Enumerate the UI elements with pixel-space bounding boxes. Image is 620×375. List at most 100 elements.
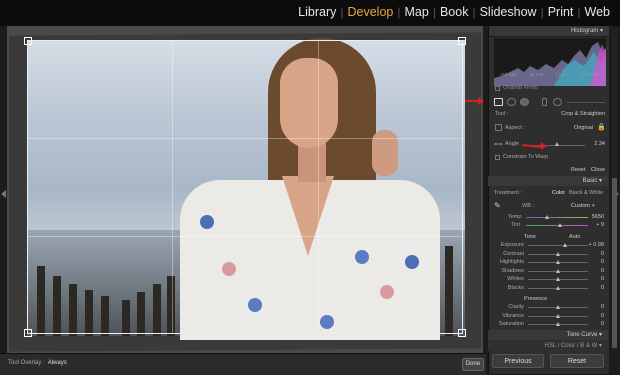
module-book[interactable]: Book [436, 5, 473, 19]
constrain-to-warp-checkbox[interactable] [495, 155, 500, 160]
crop-grid-line [27, 236, 463, 237]
spot-removal-icon[interactable] [507, 98, 516, 106]
straighten-level-icon[interactable]: ⟺ [494, 141, 503, 148]
whites-value[interactable]: 0 [588, 276, 604, 282]
shadows-value[interactable]: 0 [588, 268, 604, 274]
crop-handle-bottom-right[interactable] [458, 329, 466, 337]
exposure-value[interactable]: + 0.99 [588, 242, 604, 248]
contrast-slider-thumb[interactable] [555, 251, 560, 256]
whites-slider-thumb[interactable] [555, 277, 560, 282]
tint-slider-thumb[interactable] [558, 223, 562, 227]
highlights-value[interactable]: 0 [588, 259, 604, 265]
module-library[interactable]: Library [294, 5, 340, 19]
previous-button[interactable]: Previous [492, 354, 544, 368]
crop-frame-tool-icon[interactable] [495, 124, 502, 131]
angle-value[interactable]: 2.34 [587, 141, 605, 147]
treatment-bw-option[interactable]: Black & White [569, 190, 603, 196]
treatment-color-option[interactable]: Color [552, 190, 565, 196]
adjustment-brush-icon[interactable] [553, 98, 562, 106]
left-panel-toggle-icon[interactable] [1, 190, 6, 198]
panel-scrollbar-thumb[interactable] [612, 178, 617, 348]
reset-button[interactable]: Reset [550, 354, 604, 368]
lock-icon[interactable]: 🔒 [597, 123, 606, 131]
annotation-arrow-toolstrip [465, 100, 479, 102]
crop-handle-top-right[interactable] [458, 37, 466, 45]
exposure-slider[interactable] [528, 245, 588, 246]
clarity-slider-thumb[interactable] [555, 305, 560, 309]
vibrance-value[interactable]: 0 [588, 313, 604, 319]
constrain-to-warp-label: Constrain To Warp [503, 154, 549, 160]
clarity-value[interactable]: 0 [588, 304, 604, 310]
presence-label: Presence [524, 296, 548, 302]
camera-info-item: 1/125 sec [580, 72, 600, 77]
camera-info-item: 24 mm [529, 72, 544, 77]
tint-slider[interactable] [526, 225, 588, 226]
vibrance-slider-thumb[interactable] [555, 313, 560, 318]
hsl-header[interactable]: HSL / Color / B & W ▾ [488, 341, 608, 351]
highlights-slider-thumb[interactable] [555, 260, 560, 265]
crop-handle-bottom-left[interactable] [24, 329, 32, 337]
tool-overlay-control[interactable]: Tool Overlay : Always [8, 360, 67, 366]
tone-auto-button[interactable]: Auto [569, 234, 580, 240]
graduated-filter-icon[interactable] [533, 98, 542, 106]
crop-reset-button[interactable]: Reset [571, 167, 585, 173]
angle-label: Angle [505, 141, 520, 147]
treatment-label: Treatment : [494, 190, 522, 196]
blacks-slider-thumb[interactable] [555, 286, 560, 290]
aspect-label: Aspect : [505, 125, 525, 131]
module-map[interactable]: Map [401, 5, 433, 19]
clarity-label: Clarity [508, 304, 524, 310]
temp-label: Temp [508, 214, 522, 220]
wb-dropdown-icon[interactable]: ▾ [592, 203, 595, 209]
toolbar: Tool Overlay : Always Done [0, 353, 486, 375]
basic-panel-title: Basic [582, 178, 598, 184]
histogram-header[interactable]: Histogram ▾ [489, 26, 609, 37]
camera-info-item: ISO 100 [500, 72, 517, 77]
shadows-label: Shadows [501, 267, 524, 274]
annotation-arrow-head [478, 97, 484, 105]
crop-frame[interactable] [27, 40, 463, 334]
shadows-slider-thumb[interactable] [555, 268, 560, 273]
crop-handle-top-left[interactable] [24, 37, 32, 45]
vibrance-label: Vibrance [502, 312, 524, 319]
crop-tool-icon[interactable] [494, 98, 503, 106]
top-module-bar: Library | Develop | Map | Book | Slideshow | Print… [0, 0, 620, 26]
original-photo-checkbox[interactable] [495, 86, 500, 91]
original-photo-label: Original Photo [503, 85, 538, 91]
saturation-slider-thumb[interactable] [555, 322, 560, 327]
crop-grid-line [318, 40, 319, 334]
eyedropper-icon[interactable]: ✎ [494, 201, 501, 210]
tool-label: Tool : [495, 111, 509, 117]
camera-info-item: f / 8.0 [556, 72, 568, 77]
tool-overlay-label: Tool Overlay : [8, 360, 45, 366]
basic-panel-header[interactable]: Basic ▾ [488, 176, 608, 186]
whites-label: Whites [507, 276, 524, 283]
aspect-value[interactable]: Original [549, 125, 593, 131]
temp-value[interactable]: 5650 [588, 214, 604, 220]
crop-grid-line [172, 40, 173, 334]
tool-overlay-value[interactable]: Always [48, 360, 67, 366]
histogram-chart [494, 42, 606, 86]
saturation-value[interactable]: 0 [588, 321, 604, 327]
saturation-label: Saturation [498, 321, 524, 328]
blacks-value[interactable]: 0 [588, 285, 604, 291]
module-slideshow[interactable]: Slideshow [476, 5, 541, 19]
tint-value[interactable]: + 9 [588, 222, 604, 228]
exposure-slider-thumb[interactable] [562, 243, 567, 247]
contrast-value[interactable]: 0 [588, 251, 604, 257]
done-button[interactable]: Done [462, 358, 484, 371]
wb-value[interactable]: Custom [558, 203, 590, 209]
temp-slider[interactable] [526, 217, 588, 218]
module-web[interactable]: Web [581, 5, 614, 19]
crop-close-button[interactable]: Close [591, 167, 605, 173]
hsl-tabs[interactable]: HSL / Color / B & W [545, 343, 598, 349]
temp-slider-thumb[interactable] [545, 215, 549, 219]
module-print[interactable]: Print [544, 5, 578, 19]
tone-curve-header[interactable]: Tone Curve ▾ [488, 330, 608, 340]
exposure-label: Exposure [500, 242, 524, 248]
wb-label: WB : [522, 203, 534, 209]
angle-slider-thumb[interactable] [555, 142, 559, 146]
red-eye-icon[interactable] [520, 98, 529, 106]
module-develop[interactable]: Develop [344, 5, 398, 19]
radial-filter-icon[interactable] [542, 98, 547, 106]
